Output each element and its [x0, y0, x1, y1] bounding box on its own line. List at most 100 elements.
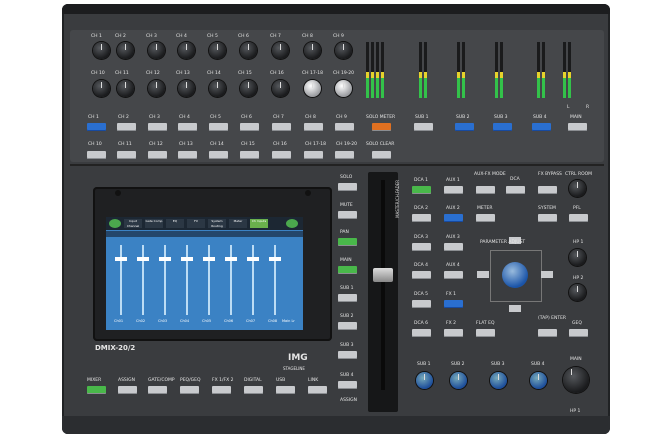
- dca-button[interactable]: [412, 214, 431, 222]
- gain-knob[interactable]: [240, 42, 257, 59]
- bottom-function-button[interactable]: [87, 386, 106, 394]
- dca-button[interactable]: [412, 271, 431, 279]
- right-arrow-icon[interactable]: [286, 219, 298, 228]
- screen-tab[interactable]: System Routing: [208, 219, 226, 228]
- side-button[interactable]: [338, 211, 357, 219]
- hp2-knob[interactable]: [569, 284, 586, 301]
- channel-select-button[interactable]: [272, 123, 291, 131]
- screen-tab[interactable]: FX: [187, 219, 205, 228]
- channel-select-button[interactable]: [209, 151, 228, 159]
- screen-tab[interactable]: Gate Comp: [145, 219, 163, 228]
- screen-fader-knob[interactable]: [137, 257, 149, 261]
- gain-knob[interactable]: [93, 80, 110, 97]
- screen-fader[interactable]: [186, 245, 188, 315]
- dca-button[interactable]: [412, 300, 431, 308]
- screen-fader[interactable]: [252, 245, 254, 315]
- down-arrow-button[interactable]: [509, 305, 521, 312]
- aux-fx-mode-button[interactable]: [476, 186, 495, 194]
- channel-select-button[interactable]: [304, 151, 323, 159]
- gain-knob[interactable]: [117, 42, 134, 59]
- screen-tab[interactable]: EQ: [166, 219, 184, 228]
- channel-select-button[interactable]: [148, 123, 167, 131]
- aux-button[interactable]: [444, 214, 463, 222]
- geq-button[interactable]: [569, 329, 588, 337]
- side-button[interactable]: [338, 381, 357, 389]
- channel-select-button[interactable]: [87, 123, 106, 131]
- dca-button[interactable]: [412, 186, 431, 194]
- gain-knob[interactable]: [304, 42, 321, 59]
- main-level-knob[interactable]: [563, 367, 589, 393]
- aux-button[interactable]: [444, 243, 463, 251]
- gain-knob[interactable]: [272, 80, 289, 97]
- right-arrow-button[interactable]: [541, 271, 553, 278]
- pfl-button[interactable]: [569, 214, 588, 222]
- bottom-function-button[interactable]: [180, 386, 199, 394]
- gain-knob[interactable]: [93, 42, 110, 59]
- solo-meter-button[interactable]: [372, 123, 391, 131]
- hp1-knob[interactable]: [569, 249, 586, 266]
- channel-select-button[interactable]: [209, 123, 228, 131]
- aux-button[interactable]: [444, 186, 463, 194]
- gain-knob[interactable]: [209, 80, 226, 97]
- channel-select-button[interactable]: [148, 151, 167, 159]
- gain-knob[interactable]: [304, 80, 321, 97]
- screen-fader[interactable]: [230, 245, 232, 315]
- bottom-function-button[interactable]: [308, 386, 327, 394]
- dca-mode-button[interactable]: [506, 186, 525, 194]
- sub-button[interactable]: [455, 123, 474, 131]
- sub-button[interactable]: [414, 123, 433, 131]
- screen-fader[interactable]: [274, 245, 276, 315]
- bottom-function-button[interactable]: [212, 386, 231, 394]
- screen-fader-knob[interactable]: [115, 257, 127, 261]
- sub-level-knob[interactable]: [530, 372, 547, 389]
- channel-select-button[interactable]: [87, 151, 106, 159]
- channel-select-button[interactable]: [335, 123, 354, 131]
- gain-knob[interactable]: [148, 80, 165, 97]
- aux-button[interactable]: [444, 329, 463, 337]
- solo-clear-button[interactable]: [372, 151, 391, 159]
- gain-knob[interactable]: [209, 42, 226, 59]
- bottom-function-button[interactable]: [148, 386, 167, 394]
- aux-button[interactable]: [444, 300, 463, 308]
- channel-select-button[interactable]: [304, 123, 323, 131]
- channel-select-button[interactable]: [178, 151, 197, 159]
- side-button[interactable]: [338, 294, 357, 302]
- system-button[interactable]: [538, 214, 557, 222]
- side-button[interactable]: [338, 238, 357, 246]
- side-button[interactable]: [338, 351, 357, 359]
- left-arrow-button[interactable]: [477, 271, 489, 278]
- gain-knob[interactable]: [178, 42, 195, 59]
- channel-select-button[interactable]: [240, 123, 259, 131]
- screen-fader[interactable]: [164, 245, 166, 315]
- gain-knob[interactable]: [117, 80, 134, 97]
- sub-button[interactable]: [532, 123, 551, 131]
- channel-select-button[interactable]: [335, 151, 354, 159]
- screen-fader-knob[interactable]: [181, 257, 193, 261]
- screen-fader-knob[interactable]: [247, 257, 259, 261]
- screen-fader-knob[interactable]: [225, 257, 237, 261]
- dca-button[interactable]: [412, 243, 431, 251]
- screen-tab[interactable]: Meter: [229, 219, 247, 228]
- channel-select-button[interactable]: [117, 123, 136, 131]
- channel-select-button[interactable]: [117, 151, 136, 159]
- ctrl-room-knob[interactable]: [569, 180, 586, 197]
- channel-select-button[interactable]: [178, 123, 197, 131]
- gain-knob[interactable]: [335, 42, 352, 59]
- sub-level-knob[interactable]: [450, 372, 467, 389]
- touch-screen[interactable]: Input Channel Gate Comp EQ FX System Routing…: [106, 217, 303, 330]
- master-fader-knob[interactable]: [373, 268, 393, 282]
- screen-fader-knob[interactable]: [269, 257, 281, 261]
- sub-level-knob[interactable]: [416, 372, 433, 389]
- left-arrow-icon[interactable]: [109, 219, 121, 228]
- bottom-function-button[interactable]: [118, 386, 137, 394]
- screen-fader-knob[interactable]: [203, 257, 215, 261]
- tap-enter-button[interactable]: [538, 329, 557, 337]
- screen-tab[interactable]: Input Channel: [124, 219, 142, 228]
- gain-knob[interactable]: [272, 42, 289, 59]
- main-button[interactable]: [568, 123, 587, 131]
- flat-eq-button[interactable]: [476, 329, 495, 337]
- side-button[interactable]: [338, 266, 357, 274]
- channel-select-button[interactable]: [272, 151, 291, 159]
- gain-knob[interactable]: [148, 42, 165, 59]
- screen-fader-knob[interactable]: [159, 257, 171, 261]
